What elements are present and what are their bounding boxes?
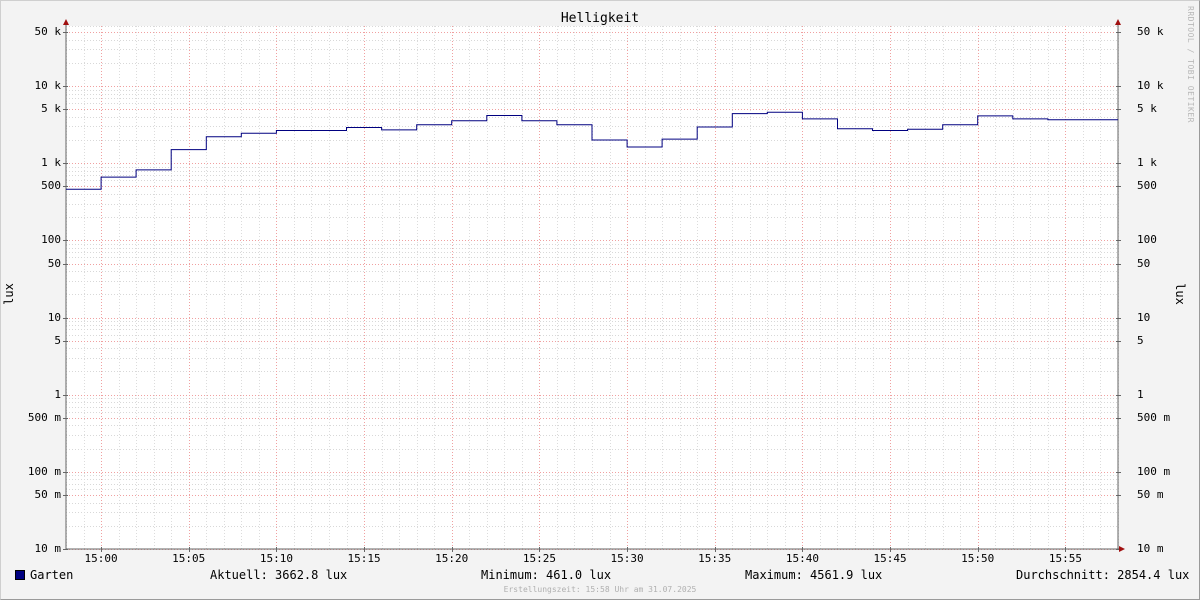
stat-average: Durchschnitt: 2854.4 lux: [1016, 568, 1190, 582]
x-tick-label: 15:20: [435, 552, 469, 565]
y-tick-label-left: 50 k: [34, 25, 62, 39]
stat-maximum: Maximum: 4561.9 lux: [745, 568, 883, 582]
creation-time: Erstellungszeit: 15:58 Uhr am 31.07.2025: [503, 585, 697, 594]
x-tick-label: 15:45: [873, 552, 907, 565]
y-tick-label-right: 50: [1137, 256, 1151, 270]
legend-swatch: [15, 570, 25, 580]
x-tick-label: 15:35: [698, 552, 732, 565]
y-tick-label-left: 5 k: [41, 102, 61, 116]
x-tick-label: 15:30: [610, 552, 644, 565]
y-tick-label-left: 10 m: [34, 542, 62, 555]
chart-title: Helligkeit: [560, 11, 640, 26]
x-tick-label: 15:25: [522, 552, 556, 565]
y-axis-label-left: lux: [1, 283, 16, 305]
legend-series-name: Garten: [30, 568, 74, 582]
y-tick-label-right: 50 m: [1137, 488, 1164, 502]
y-tick-label-right: 500: [1137, 179, 1157, 193]
x-axis-arrow: [1119, 546, 1125, 552]
x-tick-label: 15:55: [1048, 552, 1082, 565]
y-tick-label-right: 1 k: [1137, 156, 1157, 170]
x-tick-label: 15:40: [785, 552, 819, 565]
x-tick-label: 15:05: [172, 552, 206, 565]
y-tick-label-left: 5: [54, 333, 61, 347]
y-tick-label-left: 500 m: [27, 410, 61, 424]
rrdtool-watermark: RRDTOOL / TOBI OETIKER: [1186, 6, 1195, 123]
y-tick-label-right: 10 k: [1137, 79, 1164, 93]
y-tick-label-left: 100: [41, 233, 61, 247]
y-tick-label-right: 10 m: [1137, 542, 1164, 555]
stat-minimum: Minimum: 461.0 lux: [481, 568, 612, 582]
y-tick-label-right: 10: [1137, 310, 1151, 324]
x-tick-label: 15:00: [84, 552, 118, 565]
y-tick-label-right: 100 m: [1137, 464, 1171, 478]
y-tick-label-right: 5: [1137, 333, 1144, 347]
y-axis-label-right: lux: [1172, 283, 1187, 305]
y-tick-label-left: 50 m: [34, 488, 62, 502]
y-tick-label-left: 1: [54, 387, 61, 401]
x-tick-label: 15:15: [347, 552, 381, 565]
x-tick-label: 15:50: [961, 552, 995, 565]
legend: Garten Aktuell: 3662.8 lux Minimum: 461.…: [0, 568, 1200, 584]
y-tick-label-left: 500: [41, 179, 61, 193]
stat-current: Aktuell: 3662.8 lux: [210, 568, 348, 582]
y-tick-label-left: 10: [47, 310, 61, 324]
x-tick-label: 15:10: [259, 552, 293, 565]
brightness-chart: [63, 19, 1125, 552]
y-tick-label-left: 50: [47, 256, 61, 270]
y-tick-label-right: 50 k: [1137, 25, 1164, 39]
y-tick-label-right: 500 m: [1137, 410, 1171, 424]
y-tick-label-left: 100 m: [27, 464, 61, 478]
y-tick-label-right: 5 k: [1137, 102, 1157, 116]
y-tick-label-right: 100: [1137, 233, 1157, 247]
y-tick-label-right: 1: [1137, 387, 1144, 401]
y-tick-label-left: 10 k: [34, 79, 62, 93]
y-tick-label-left: 1 k: [41, 156, 61, 170]
